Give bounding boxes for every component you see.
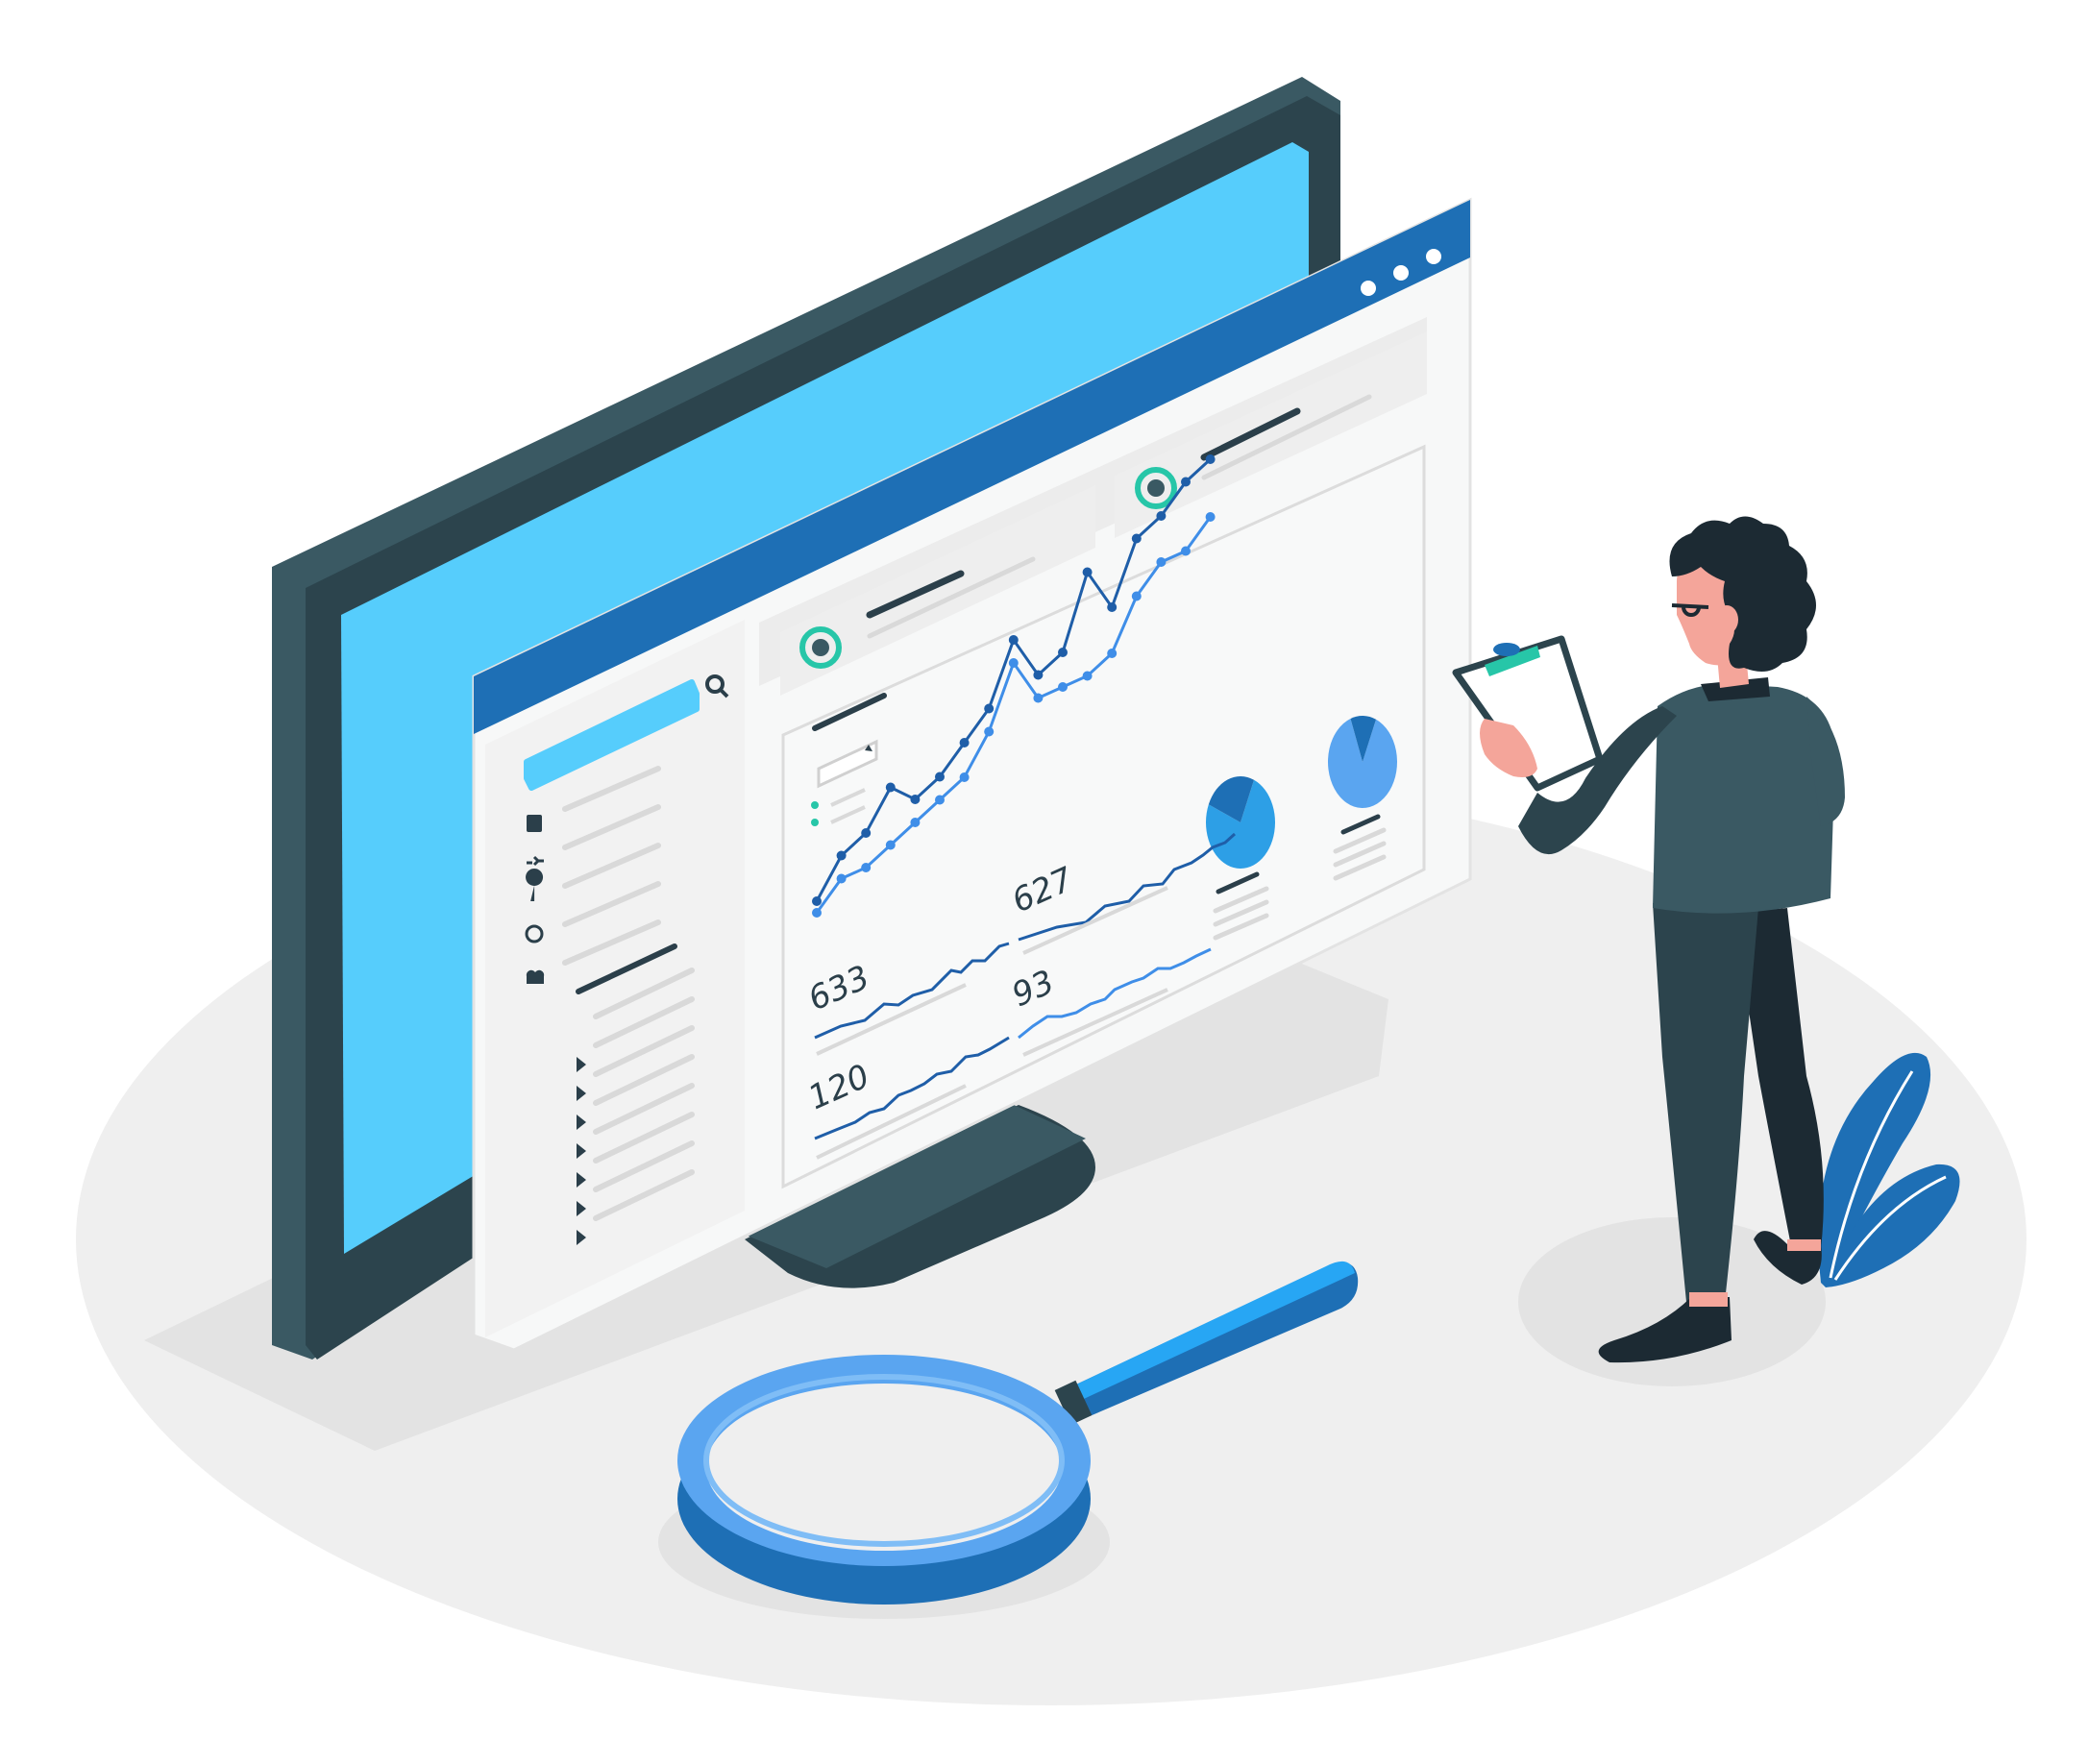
data-point[interactable] <box>1156 557 1167 567</box>
person-ear <box>1715 605 1738 634</box>
window-dot[interactable] <box>1393 265 1409 281</box>
data-point[interactable] <box>910 795 921 804</box>
data-point[interactable] <box>1082 671 1093 681</box>
data-point[interactable] <box>1181 546 1191 556</box>
clipboard-clip-top <box>1493 643 1520 656</box>
data-point[interactable] <box>910 818 921 827</box>
data-point[interactable] <box>1181 477 1191 487</box>
data-point[interactable] <box>885 840 896 850</box>
pie-chart <box>1328 716 1398 809</box>
data-point[interactable] <box>1058 682 1068 692</box>
data-point[interactable] <box>1107 649 1118 658</box>
data-point[interactable] <box>1082 567 1093 577</box>
data-point[interactable] <box>1033 693 1044 703</box>
data-point[interactable] <box>1131 533 1142 544</box>
data-point[interactable] <box>1205 454 1216 464</box>
person-torso <box>1653 683 1835 914</box>
data-point[interactable] <box>1205 512 1216 522</box>
data-point[interactable] <box>885 782 896 793</box>
person-ankle <box>1787 1239 1821 1251</box>
data-point[interactable] <box>1131 591 1142 601</box>
data-point[interactable] <box>1008 635 1019 645</box>
data-point[interactable] <box>959 772 970 782</box>
data-point[interactable] <box>1156 511 1167 521</box>
data-point[interactable] <box>812 908 822 918</box>
data-point[interactable] <box>935 772 945 782</box>
data-point[interactable] <box>1008 658 1019 668</box>
data-point[interactable] <box>836 873 847 884</box>
data-point[interactable] <box>812 896 822 906</box>
pie-chart <box>1206 776 1276 870</box>
window-dot[interactable] <box>1361 281 1376 296</box>
data-point[interactable] <box>984 726 995 737</box>
data-point[interactable] <box>1107 602 1118 612</box>
data-point[interactable] <box>1058 648 1068 657</box>
data-point[interactable] <box>959 738 970 747</box>
data-point[interactable] <box>984 703 995 714</box>
lens-glass <box>706 1384 1062 1551</box>
person-ankle <box>1689 1292 1728 1307</box>
data-point[interactable] <box>861 828 872 838</box>
data-point[interactable] <box>861 863 872 872</box>
chart-icon[interactable] <box>527 815 542 832</box>
data-point[interactable] <box>836 850 847 861</box>
scene: 627 633 93 120 <box>76 77 2027 1705</box>
legend-dot <box>811 801 819 809</box>
data-point[interactable] <box>935 795 945 805</box>
legend-dot <box>811 819 819 826</box>
window-dot[interactable] <box>1426 249 1441 264</box>
data-point[interactable] <box>1033 670 1044 680</box>
